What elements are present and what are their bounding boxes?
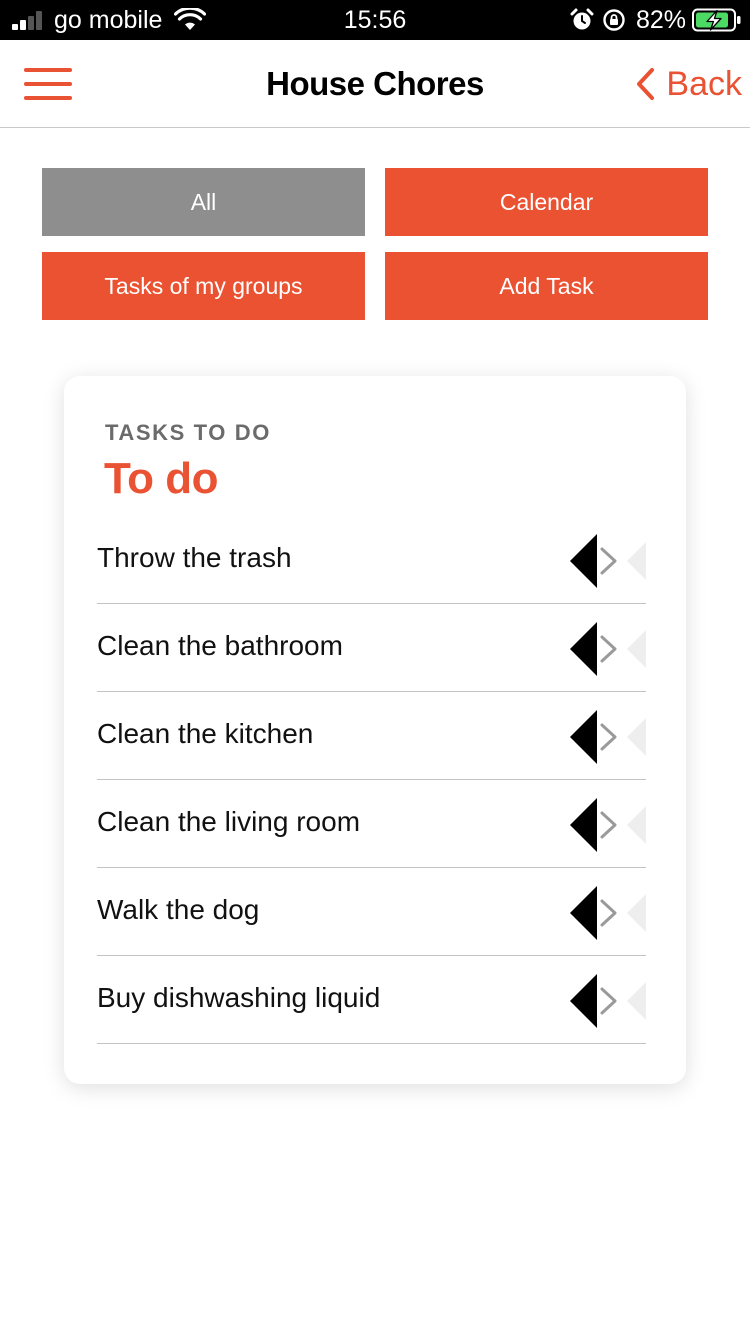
task-label: Walk the dog (97, 894, 260, 925)
task-row[interactable]: Buy dishwashing liquid (97, 956, 646, 1044)
status-bar: go mobile 15:56 82% (0, 0, 750, 40)
disclosure-arrow-icon (570, 974, 646, 1028)
card-caption: TASKS TO DO (105, 420, 271, 445)
back-button[interactable]: Back (634, 62, 742, 106)
task-row[interactable]: Clean the living room (97, 780, 646, 868)
my-groups-tasks-button-label: Tasks of my groups (104, 272, 303, 299)
task-label: Clean the bathroom (97, 630, 343, 661)
tasks-card: TASKS TO DO To do Throw the trash Clean … (64, 376, 686, 1084)
task-row[interactable]: Clean the kitchen (97, 692, 646, 780)
disclosure-arrow-icon (570, 622, 646, 676)
add-task-button[interactable]: Add Task (385, 252, 708, 320)
task-label: Clean the kitchen (97, 718, 314, 749)
task-list: Throw the trash Clean the bathroom Clean… (97, 516, 646, 1044)
calendar-button[interactable]: Calendar (385, 168, 708, 236)
disclosure-arrow-icon (570, 534, 646, 588)
task-row[interactable]: Clean the bathroom (97, 604, 646, 692)
battery-charging-icon (692, 8, 741, 32)
rotation-lock-icon (603, 9, 625, 31)
alarm-icon (570, 8, 594, 30)
back-label: Back (666, 65, 742, 103)
add-task-button-label: Add Task (499, 272, 594, 299)
card-title: To do (104, 454, 218, 503)
calendar-button-label: Calendar (499, 188, 594, 215)
chevron-left-icon (637, 68, 655, 100)
task-label: Throw the trash (97, 542, 292, 573)
disclosure-arrow-icon (570, 886, 646, 940)
task-row[interactable]: Throw the trash (97, 516, 646, 604)
my-groups-tasks-button[interactable]: Tasks of my groups (42, 252, 365, 320)
battery-percent: 82% (636, 6, 687, 34)
disclosure-arrow-icon (570, 798, 646, 852)
disclosure-arrow-icon (570, 710, 646, 764)
task-label: Clean the living room (97, 806, 361, 837)
navigation-bar: House Chores Back (0, 40, 750, 128)
task-row[interactable]: Walk the dog (97, 868, 646, 956)
task-label: Buy dishwashing liquid (97, 982, 381, 1013)
all-button-label: All (190, 188, 217, 215)
all-button[interactable]: All (42, 168, 365, 236)
